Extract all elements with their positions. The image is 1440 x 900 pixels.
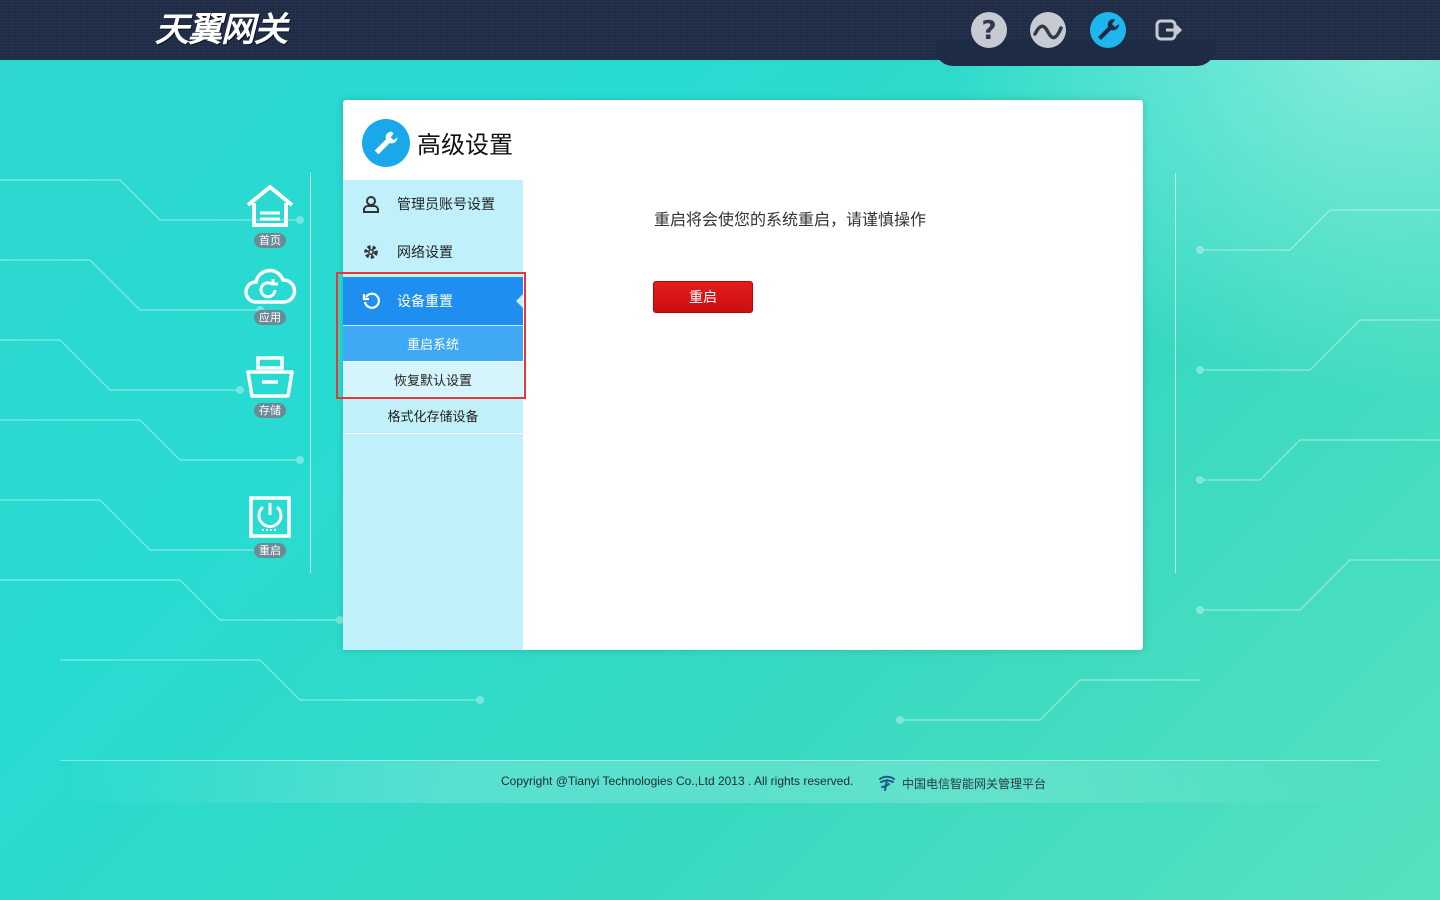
logout-icon[interactable] [1150, 12, 1186, 48]
restart-warning-text: 重启将会使您的系统重启，请谨慎操作 [654, 210, 927, 229]
page-title: 高级设置 [417, 131, 513, 159]
reset-icon [361, 292, 381, 310]
cloud-icon [244, 268, 297, 304]
menu-item-label: 设备重置 [397, 294, 453, 310]
home-icon [246, 185, 294, 227]
submenu-item-format-storage[interactable]: 格式化存储设备 [343, 398, 523, 434]
nav-label-storage: 存储 [254, 403, 286, 418]
help-icon[interactable]: ? [971, 12, 1007, 48]
platform-name: 中国电信智能网关管理平台 [902, 777, 1047, 791]
settings-submenu: 管理员账号设置 网络设置 设备重置 重启系统 恢复默认设置 格式化存储设备 [343, 180, 523, 650]
nav-label-restart: 重启 [254, 543, 286, 558]
restart-button[interactable]: 重启 [653, 281, 753, 313]
sidenav-divider [310, 173, 311, 573]
storage-icon [246, 356, 294, 398]
tianyi-gateway-logo[interactable]: 天翼网关 [155, 8, 288, 52]
menu-item-network[interactable]: 网络设置 [343, 228, 523, 276]
copyright-text: Copyright @Tianyi Technologies Co.,Ltd 2… [501, 774, 854, 788]
advanced-settings-panel: 高级设置 管理员账号设置 网络设置 设备重置 重启系统 恢复默认设置 格式化存储… [336, 100, 1143, 650]
nav-item-apps[interactable]: 应用 [240, 268, 300, 325]
menu-item-label: 管理员账号设置 [397, 197, 495, 213]
top-bar: 天翼网关 [0, 0, 1440, 60]
network-status-icon[interactable] [1030, 12, 1066, 48]
menu-item-admin-account[interactable]: 管理员账号设置 [343, 180, 523, 228]
power-icon [249, 496, 291, 538]
nav-item-storage[interactable]: 存储 [240, 355, 300, 418]
wrench-icon[interactable] [1090, 12, 1126, 48]
wrench-icon [362, 119, 410, 167]
submenu-item-restart-system[interactable]: 重启系统 [343, 326, 523, 362]
menu-item-device-reset[interactable]: 设备重置 [343, 277, 523, 325]
submenu-item-restore-defaults[interactable]: 恢复默认设置 [343, 362, 523, 398]
nav-item-home[interactable]: 首页 [240, 183, 300, 248]
gear-icon [361, 243, 381, 261]
nav-label-home: 首页 [254, 233, 286, 248]
nav-item-restart[interactable]: 重启 [240, 495, 300, 558]
user-icon [361, 195, 381, 213]
right-divider [1175, 173, 1176, 573]
svg-text:?: ? [981, 16, 996, 46]
china-telecom-logo-icon [879, 775, 895, 791]
menu-item-label: 网络设置 [397, 245, 453, 261]
nav-label-apps: 应用 [254, 310, 286, 325]
